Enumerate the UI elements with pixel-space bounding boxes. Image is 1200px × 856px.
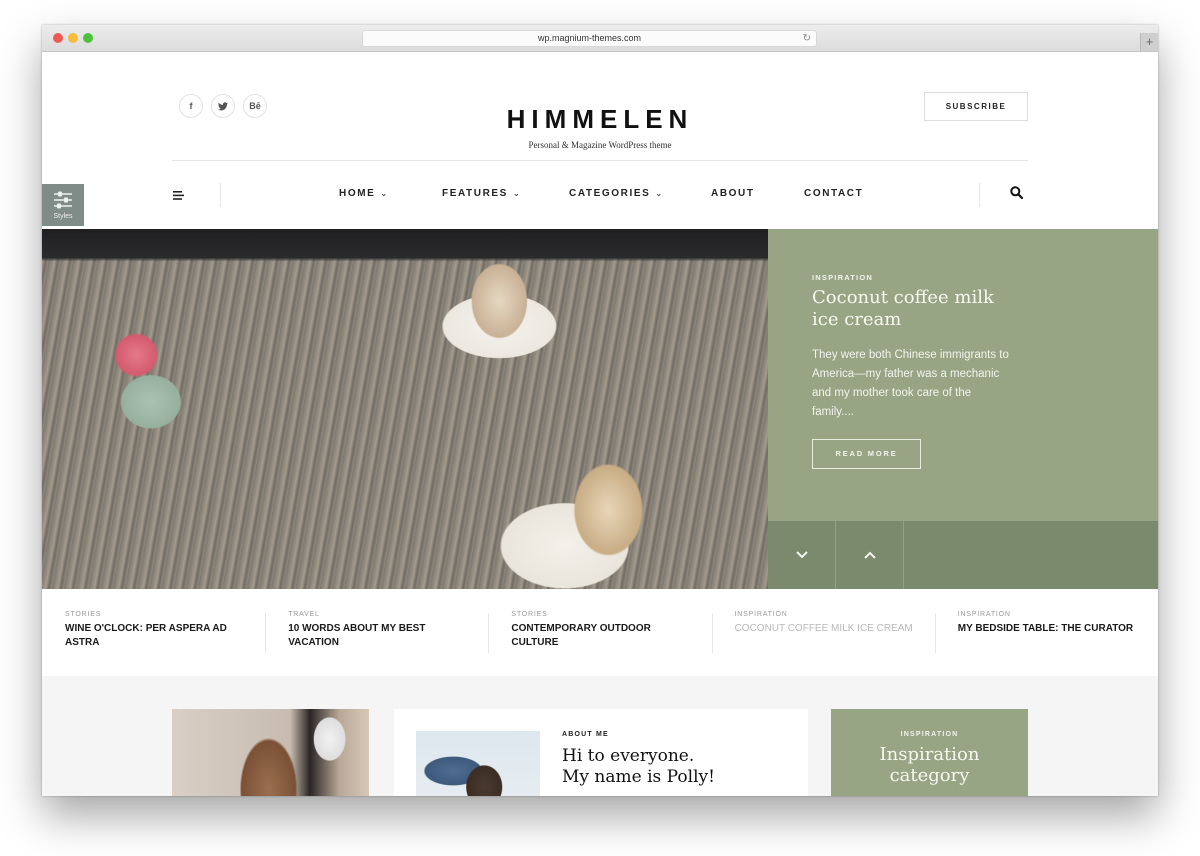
strip-post[interactable]: STORIES CONTEMPORARY OUTDOOR CULTURE bbox=[488, 589, 711, 676]
search-icon[interactable] bbox=[1010, 186, 1024, 204]
nav-item-contact[interactable]: CONTACT bbox=[804, 188, 863, 199]
nav-item-label: CATEGORIES bbox=[569, 188, 651, 199]
post-category[interactable]: STORIES bbox=[511, 611, 711, 618]
minimize-window-button[interactable] bbox=[68, 33, 78, 43]
browser-titlebar: wp.magnium-themes.com ↻ + bbox=[42, 25, 1158, 52]
nav-item-label: HOME bbox=[339, 188, 376, 199]
hero-slider: INSPIRATION Coconut coffee milk ice crea… bbox=[42, 229, 1158, 589]
nav-item-about[interactable]: ABOUT bbox=[711, 188, 804, 199]
card-category: INSPIRATION bbox=[900, 731, 959, 738]
close-window-button[interactable] bbox=[53, 33, 63, 43]
chevron-down-icon: ⌄ bbox=[380, 189, 389, 198]
hero-image[interactable] bbox=[42, 229, 768, 589]
nav-divider-left bbox=[220, 183, 221, 207]
chevron-down-icon: ⌄ bbox=[655, 189, 664, 198]
url-text: wp.magnium-themes.com bbox=[537, 33, 642, 43]
post-category[interactable]: STORIES bbox=[65, 611, 265, 618]
card-title-line: category bbox=[889, 765, 970, 786]
hamburger-menu-icon[interactable] bbox=[173, 189, 184, 203]
post-title[interactable]: WINE O'CLOCK: PER ASPERA AD ASTRA bbox=[65, 622, 245, 650]
subscribe-button[interactable]: SUBSCRIBE bbox=[924, 92, 1028, 121]
about-me-title: Hi to everyone. My name is Polly! bbox=[562, 746, 792, 788]
browser-window: wp.magnium-themes.com ↻ + f Bē HIMMELEN … bbox=[42, 25, 1158, 796]
site-tagline: Personal & Magazine WordPress theme bbox=[528, 140, 672, 150]
styles-panel-toggle[interactable]: Styles bbox=[42, 184, 84, 226]
main-nav: HOME ⌄ FEATURES ⌄ CATEGORIES ⌄ ABOUT CONTAC… bbox=[339, 188, 863, 199]
strip-post[interactable]: INSPIRATION MY BEDSIDE TABLE: THE CURATO… bbox=[934, 589, 1158, 676]
slider-prev-button[interactable] bbox=[836, 521, 904, 589]
chevron-down-icon: ⌄ bbox=[512, 189, 522, 198]
about-me-label: ABOUT ME bbox=[562, 731, 609, 738]
hero-title[interactable]: Coconut coffee milk ice cream bbox=[812, 287, 1012, 331]
nav-item-label: CONTACT bbox=[804, 188, 864, 199]
reload-icon[interactable]: ↻ bbox=[803, 31, 811, 46]
read-more-button[interactable]: READ MORE bbox=[812, 439, 921, 469]
post-title[interactable]: MY BEDSIDE TABLE: THE CURATOR bbox=[958, 622, 1138, 636]
nav-item-features[interactable]: FEATURES ⌄ bbox=[442, 188, 569, 199]
nav-item-home[interactable]: HOME ⌄ bbox=[339, 188, 442, 199]
inspiration-category-card[interactable]: INSPIRATION Inspiration category bbox=[831, 709, 1028, 796]
about-me-photo bbox=[416, 731, 540, 796]
sliders-icon bbox=[54, 191, 72, 209]
hero-post-panel: INSPIRATION Coconut coffee milk ice crea… bbox=[768, 229, 1158, 521]
post-title[interactable]: COCONUT COFFEE MILK ICE CREAM bbox=[735, 622, 915, 636]
about-title-line: Hi to everyone. bbox=[562, 746, 695, 766]
slider-controls bbox=[768, 521, 1158, 589]
chevron-up-icon bbox=[863, 551, 876, 559]
post-category[interactable]: INSPIRATION bbox=[735, 611, 935, 618]
post-title[interactable]: CONTEMPORARY OUTDOOR CULTURE bbox=[511, 622, 691, 650]
content-section: ABOUT ME Hi to everyone. My name is Poll… bbox=[42, 676, 1158, 796]
strip-post[interactable]: TRAVEL 10 WORDS ABOUT MY BEST VACATION bbox=[265, 589, 488, 676]
chevron-down-icon bbox=[795, 551, 808, 559]
maximize-window-button[interactable] bbox=[83, 33, 93, 43]
nav-item-label: ABOUT bbox=[711, 188, 755, 199]
nav-divider-right bbox=[979, 183, 980, 207]
web-page: f Bē HIMMELEN Personal & Magazine WordPr… bbox=[42, 52, 1158, 796]
new-tab-button[interactable]: + bbox=[1140, 33, 1158, 51]
strip-post[interactable]: STORIES WINE O'CLOCK: PER ASPERA AD ASTR… bbox=[42, 589, 265, 676]
styles-label: Styles bbox=[53, 213, 73, 220]
post-category[interactable]: INSPIRATION bbox=[958, 611, 1158, 618]
post-category[interactable]: TRAVEL bbox=[288, 611, 488, 618]
featured-posts-strip: STORIES WINE O'CLOCK: PER ASPERA AD ASTR… bbox=[42, 589, 1158, 676]
nav-item-categories[interactable]: CATEGORIES ⌄ bbox=[569, 188, 711, 199]
about-me-card: ABOUT ME Hi to everyone. My name is Poll… bbox=[394, 709, 808, 796]
card-title: Inspiration category bbox=[831, 744, 1028, 786]
nav-item-label: FEATURES bbox=[442, 188, 508, 199]
about-title-line: My name is Polly! bbox=[562, 767, 715, 787]
promo-image[interactable] bbox=[172, 709, 369, 796]
address-bar[interactable]: wp.magnium-themes.com ↻ bbox=[362, 30, 817, 47]
card-title-line: Inspiration bbox=[879, 744, 980, 765]
post-title[interactable]: 10 WORDS ABOUT MY BEST VACATION bbox=[288, 622, 468, 650]
slider-next-button[interactable] bbox=[768, 521, 836, 589]
header-divider bbox=[172, 160, 1028, 161]
strip-post-active[interactable]: INSPIRATION COCONUT COFFEE MILK ICE CREA… bbox=[711, 589, 935, 676]
hero-excerpt: They were both Chinese immigrants to Ame… bbox=[812, 349, 1009, 418]
hero-category[interactable]: INSPIRATION bbox=[812, 273, 873, 282]
